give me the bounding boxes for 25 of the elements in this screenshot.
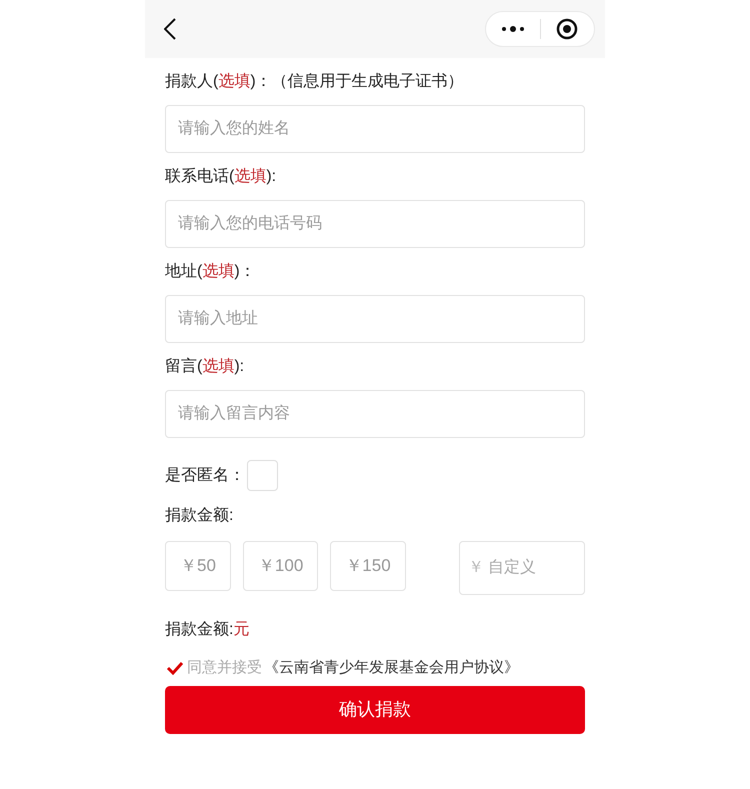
anonymous-label: 是否匿名： (165, 466, 245, 486)
amount-input[interactable]: 自定义 (488, 556, 568, 580)
anonymous-checkbox[interactable] (247, 460, 278, 491)
target-icon (556, 18, 578, 40)
amount-option[interactable]: ￥150 (330, 541, 406, 591)
confirm-donation-button[interactable]: 确认捐款 (165, 686, 585, 734)
more-icon (500, 26, 525, 32)
amount-option[interactable]: ￥50 (165, 541, 231, 591)
input-field[interactable]: 请输入您的电话号码 (165, 200, 585, 248)
total-amount-text: 捐款金额:元 (165, 620, 250, 640)
amount-option[interactable]: ￥100 (242, 541, 318, 591)
input-field[interactable]: 请输入您的姓名 (165, 105, 585, 153)
field-label: 地址(选填)： (165, 262, 257, 282)
checkmark-icon (166, 661, 184, 676)
agreement-text: 同意并接受 (187, 658, 262, 678)
amount-label: 捐款金额: (165, 506, 234, 526)
currency-symbol: ￥ (468, 558, 484, 578)
custom-amount-field[interactable]: ￥ 自定义 (459, 541, 585, 595)
agreement-link[interactable]: 《云南省青少年发展基金会用户协议》 (264, 657, 519, 680)
field-label: 留言(选填): (165, 356, 246, 377)
back-icon (164, 18, 176, 40)
field-label: 联系电话(选填): (165, 166, 278, 187)
input-field[interactable]: 请输入地址 (165, 295, 585, 343)
input-field[interactable]: 请输入留言内容 (165, 390, 585, 438)
field-label: 捐款人(选填)：（信息用于生成电子证书） (165, 72, 465, 92)
